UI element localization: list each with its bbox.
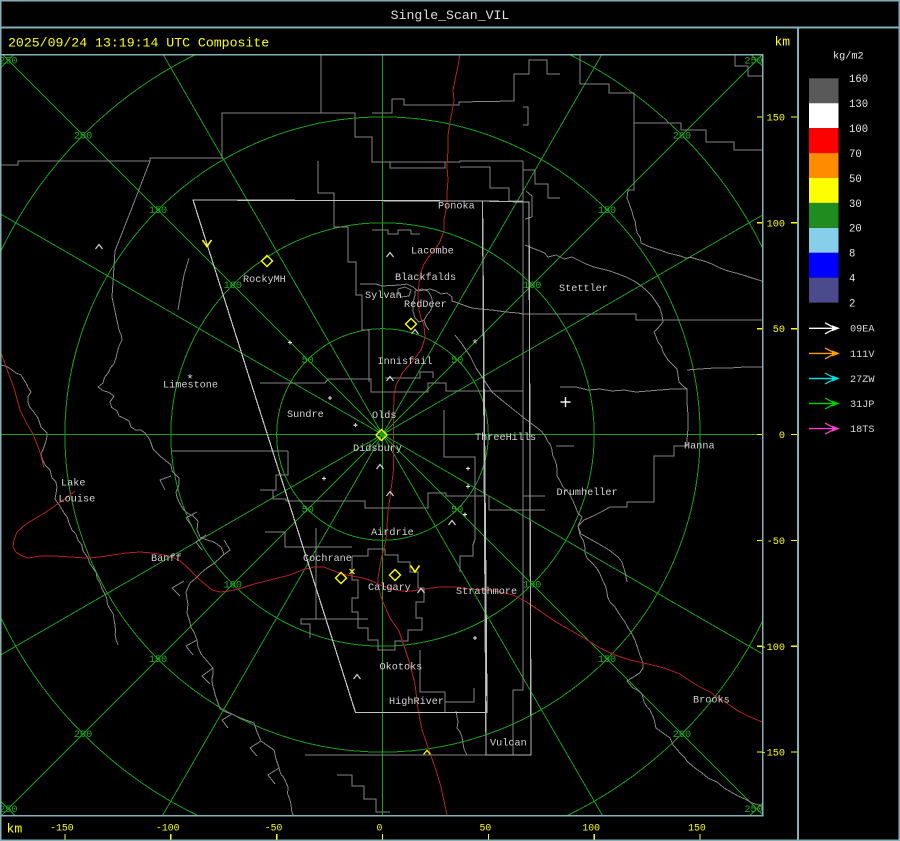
svg-text:250: 250: [0, 805, 17, 816]
svg-text:Banff: Banff: [151, 553, 182, 565]
svg-text:20: 20: [849, 224, 862, 236]
svg-text:31JP: 31JP: [850, 400, 874, 411]
svg-text:Cochrane: Cochrane: [303, 553, 352, 565]
svg-text:100: 100: [523, 281, 541, 292]
svg-text:200: 200: [673, 131, 691, 142]
svg-text:Ponoka: Ponoka: [438, 201, 475, 213]
svg-text:4: 4: [849, 274, 855, 286]
svg-text:Sylvan: Sylvan: [365, 290, 402, 302]
svg-text:8: 8: [849, 249, 855, 261]
svg-text:2025/09/24 13:19:14 UTC Compos: 2025/09/24 13:19:14 UTC Composite: [8, 36, 269, 51]
svg-text:RedDeer: RedDeer: [404, 299, 447, 311]
svg-text:km: km: [775, 35, 791, 50]
svg-text:Airdrie: Airdrie: [371, 527, 414, 539]
svg-text:Olds: Olds: [372, 410, 396, 422]
svg-text:ThreeHills: ThreeHills: [475, 432, 536, 444]
svg-text:100: 100: [523, 580, 541, 591]
svg-text:150: 150: [767, 114, 785, 125]
svg-text:Vulcan: Vulcan: [490, 738, 527, 750]
svg-text:Louise: Louise: [59, 494, 96, 506]
svg-text:Single_Scan_VIL: Single_Scan_VIL: [391, 8, 510, 23]
svg-text:Okotoks: Okotoks: [380, 662, 423, 674]
svg-text:Calgary: Calgary: [368, 582, 411, 594]
svg-text:0: 0: [779, 431, 785, 442]
svg-text:200: 200: [74, 730, 92, 741]
svg-text:2: 2: [849, 299, 855, 311]
svg-text:100: 100: [224, 580, 242, 591]
svg-text:*: *: [471, 338, 479, 353]
svg-text:250: 250: [744, 805, 762, 816]
svg-text:150: 150: [149, 655, 167, 666]
svg-text:Strathmore: Strathmore: [456, 586, 517, 598]
svg-text:50: 50: [451, 356, 463, 367]
svg-text:*: *: [186, 373, 194, 388]
svg-text:Drumheller: Drumheller: [557, 487, 618, 499]
svg-text:Hanna: Hanna: [684, 442, 715, 453]
svg-text:50: 50: [773, 325, 785, 336]
svg-text:100: 100: [224, 281, 242, 292]
svg-text:Didsbury: Didsbury: [353, 443, 402, 455]
svg-text:111V: 111V: [850, 350, 875, 361]
svg-text:130: 130: [849, 99, 868, 111]
svg-text:Sundre: Sundre: [287, 409, 324, 421]
svg-text:HighRiver: HighRiver: [389, 696, 444, 708]
svg-text:100: 100: [582, 823, 600, 834]
svg-text:70: 70: [849, 149, 862, 161]
svg-text:250: 250: [744, 57, 762, 68]
svg-text:50: 50: [451, 506, 463, 517]
svg-text:50: 50: [302, 356, 314, 367]
svg-text:Brooks: Brooks: [693, 695, 730, 707]
svg-text:-150: -150: [50, 823, 74, 834]
svg-text:Lacombe: Lacombe: [411, 246, 454, 258]
svg-text:kg/m2: kg/m2: [833, 51, 864, 63]
svg-text:-50: -50: [265, 823, 283, 834]
svg-text:Lake: Lake: [61, 478, 85, 490]
svg-text:100: 100: [767, 219, 785, 230]
svg-text:30: 30: [849, 199, 862, 211]
svg-text:150: 150: [598, 206, 616, 217]
svg-text:50: 50: [302, 506, 314, 517]
svg-text:250: 250: [0, 57, 17, 68]
svg-text:Blackfalds: Blackfalds: [395, 272, 456, 284]
svg-text:150: 150: [688, 823, 706, 834]
svg-text:RockyMH: RockyMH: [243, 274, 286, 286]
svg-text:200: 200: [673, 730, 691, 741]
svg-text:100: 100: [849, 124, 868, 136]
svg-text:0: 0: [377, 823, 383, 834]
svg-text:-150: -150: [761, 749, 785, 760]
svg-text:150: 150: [598, 655, 616, 666]
svg-text:50: 50: [849, 174, 862, 186]
svg-text:Innisfail: Innisfail: [378, 356, 433, 368]
svg-text:18TS: 18TS: [850, 425, 874, 436]
svg-text:200: 200: [74, 131, 92, 142]
svg-text:09EA: 09EA: [850, 325, 875, 336]
svg-text:-50: -50: [767, 537, 785, 548]
svg-text:Stettler: Stettler: [559, 283, 608, 295]
svg-text:km: km: [7, 822, 23, 837]
svg-text:150: 150: [149, 206, 167, 217]
svg-text:160: 160: [849, 74, 868, 86]
svg-text:27ZW: 27ZW: [850, 375, 875, 386]
svg-text:-100: -100: [761, 643, 785, 654]
svg-text:-100: -100: [156, 823, 180, 834]
svg-text:50: 50: [480, 823, 492, 834]
